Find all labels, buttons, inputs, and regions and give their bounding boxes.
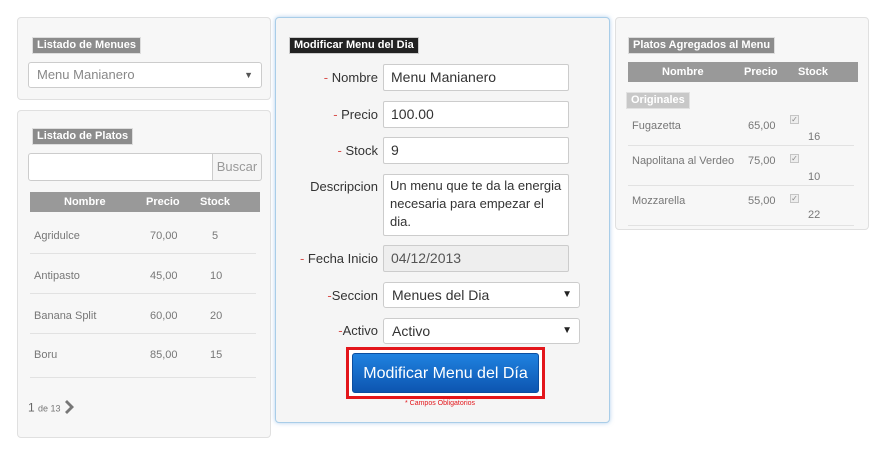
chevron-down-icon: ▼ (562, 289, 572, 300)
precio-field[interactable]: 100.00 (383, 101, 569, 128)
checkbox[interactable]: ✓ (790, 154, 799, 163)
table-row[interactable]: Antipasto 45,00 10 (30, 254, 256, 294)
table-row[interactable]: Agridulce 70,00 5 (30, 214, 256, 254)
table-row[interactable]: Mozzarella 55,00 ✓ 22 (628, 186, 854, 226)
table-row[interactable]: Banana Split 60,00 20 (30, 294, 256, 334)
activo-select[interactable]: Activo ▼ (383, 318, 580, 344)
agregados-panel: Platos Agregados al Menu Nombre Precio S… (615, 17, 869, 230)
pagination: 1 de 13 (28, 399, 76, 417)
submit-highlight: Modificar Menu del Día (346, 347, 545, 399)
col-stock: Stock (200, 196, 230, 208)
platos-search-input[interactable] (28, 153, 213, 181)
chevron-down-icon: ▼ (562, 325, 572, 336)
stock-field[interactable]: 9 (383, 137, 569, 164)
pagination-total: de 13 (38, 403, 61, 414)
precio-label: - Precio (333, 107, 378, 122)
platos-search-button[interactable]: Buscar (213, 153, 262, 181)
table-row[interactable]: Boru 85,00 15 (30, 334, 256, 378)
nombre-field[interactable]: Menu Manianero (383, 64, 569, 91)
checkbox[interactable]: ✓ (790, 194, 799, 203)
menus-panel-title: Listado de Menues (32, 37, 142, 54)
platos-panel: Listado de Platos Buscar Nombre Precio S… (17, 110, 271, 438)
col-precio: Precio (146, 196, 180, 208)
seccion-label: -Seccion (327, 288, 378, 303)
menu-select-value: Menu Manianero (37, 67, 135, 82)
stock-label: - Stock (337, 143, 378, 158)
menu-select[interactable]: Menu Manianero ▼ (28, 62, 262, 88)
fecha-inicio-label: - Fecha Inicio (299, 251, 378, 266)
required-note: * Campos Obligatorios (404, 400, 476, 407)
descripcion-label: Descripcion (310, 179, 378, 194)
menus-panel: Listado de Menues Menu Manianero ▼ (17, 17, 271, 100)
platos-table-header: Nombre Precio Stock (30, 192, 260, 212)
agregados-table-header: Nombre Precio Stock (628, 62, 858, 82)
checkbox[interactable]: ✓ (790, 115, 799, 124)
activo-label: -Activo (338, 323, 378, 338)
seccion-select[interactable]: Menues del Dia ▼ (383, 282, 580, 308)
pagination-current[interactable]: 1 (28, 401, 35, 415)
table-row[interactable]: Napolitana al Verdeo 75,00 ✓ 10 (628, 146, 854, 186)
fecha-inicio-field: 04/12/2013 (383, 245, 569, 272)
modificar-menu-button[interactable]: Modificar Menu del Día (352, 353, 539, 393)
descripcion-field[interactable]: Un menu que te da la energia necesaria p… (383, 174, 569, 236)
table-row[interactable]: Fugazetta 65,00 ✓ 16 (628, 106, 854, 146)
col-nombre: Nombre (64, 196, 106, 208)
platos-panel-title: Listado de Platos (32, 128, 134, 145)
agregados-panel-title: Platos Agregados al Menu (628, 37, 776, 54)
chevron-down-icon: ▼ (244, 70, 253, 80)
chevron-right-icon[interactable] (64, 399, 76, 418)
form-title: Modificar Menu del Dia (289, 37, 419, 54)
nombre-label: - Nombre (323, 70, 378, 85)
